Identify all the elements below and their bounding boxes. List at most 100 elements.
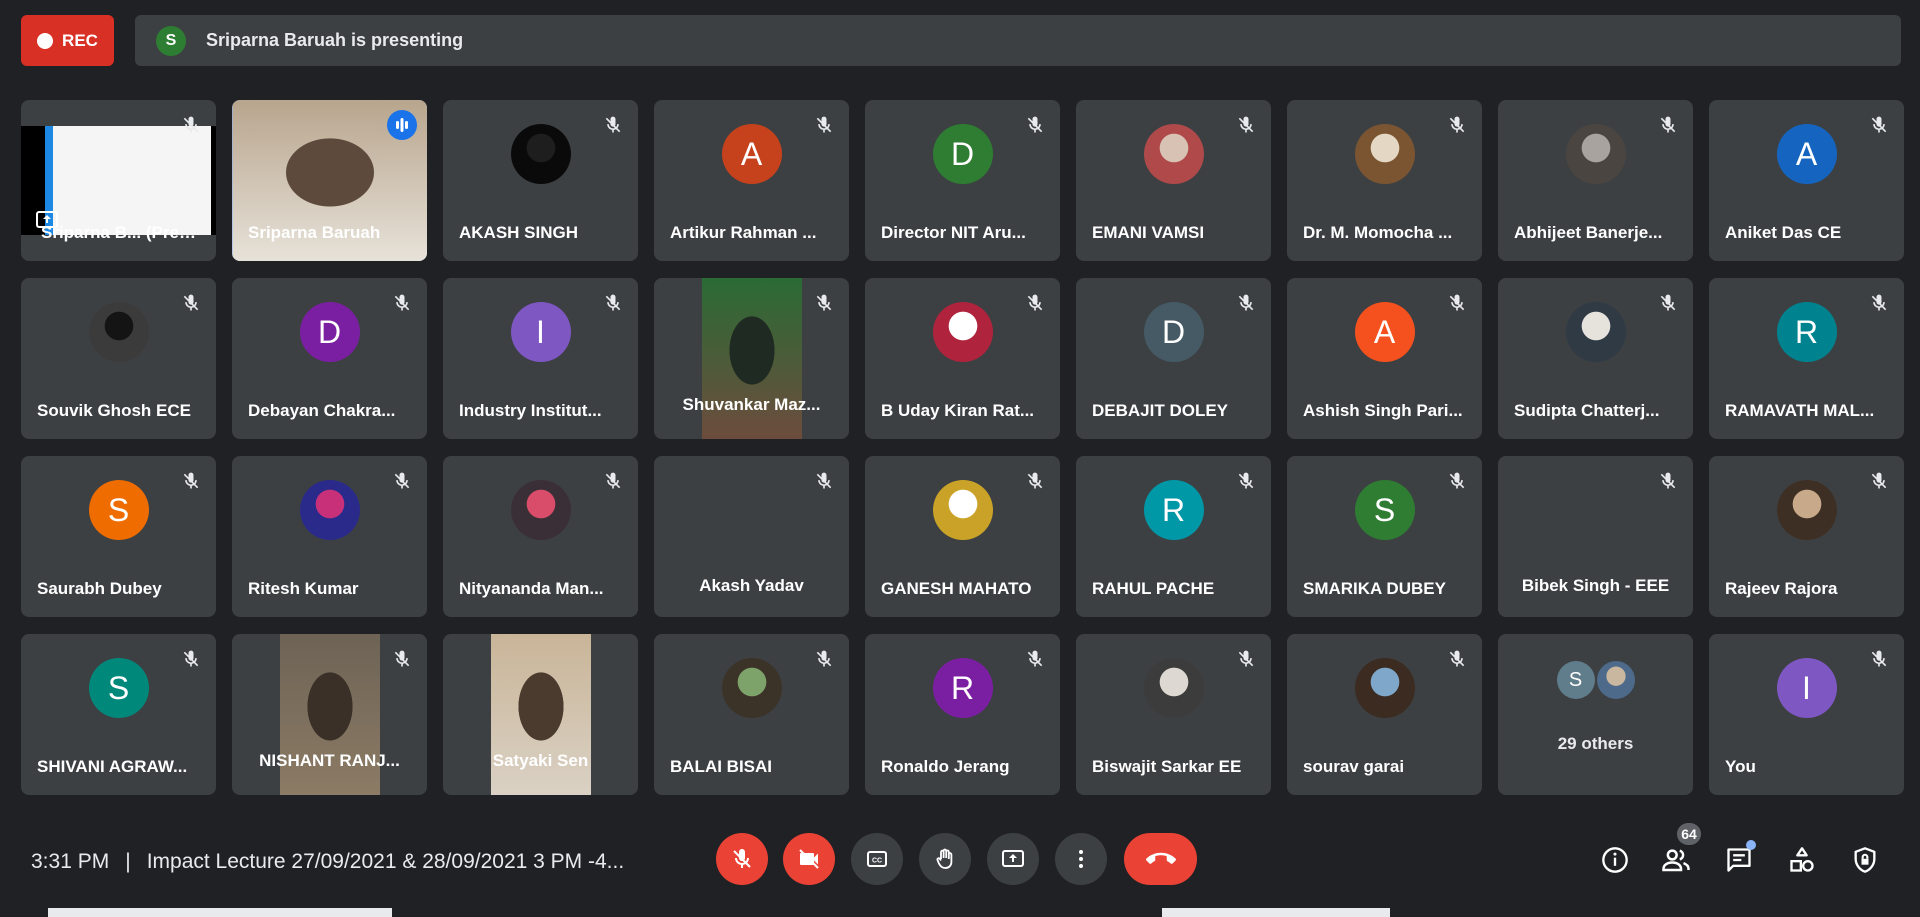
participant-tile[interactable]: Abhijeet Banerje... bbox=[1498, 100, 1693, 261]
participant-photo bbox=[1354, 124, 1415, 184]
info-icon bbox=[1602, 847, 1628, 873]
participant-name: Aniket Das CE bbox=[1725, 223, 1842, 242]
mic-off-icon bbox=[176, 288, 206, 318]
mic-off-icon bbox=[809, 644, 839, 674]
participant-tile[interactable]: D Director NIT Aru... bbox=[865, 100, 1060, 261]
participant-name: Bibek Singh - EEE bbox=[1521, 576, 1670, 595]
participant-tile[interactable]: A Aniket Das CE bbox=[1709, 100, 1904, 261]
mic-off-icon bbox=[176, 110, 206, 140]
mic-toggle-button[interactable] bbox=[716, 833, 768, 885]
call-end-icon bbox=[1145, 852, 1176, 864]
participant-tile[interactable]: R RAHUL PACHE bbox=[1076, 456, 1271, 617]
participant-tile[interactable]: Akash Yadav bbox=[654, 456, 849, 617]
participant-tile[interactable]: Rajeev Rajora bbox=[1709, 456, 1904, 617]
more-options-button[interactable] bbox=[1055, 833, 1107, 885]
participant-name: Rajeev Rajora bbox=[1725, 579, 1838, 598]
participant-name: Industry Institut... bbox=[459, 401, 602, 420]
mic-off-icon bbox=[1864, 644, 1894, 674]
participant-tile[interactable]: D DEBAJIT DOLEY bbox=[1076, 278, 1271, 439]
record-dot-icon bbox=[37, 32, 54, 49]
others-avatar bbox=[1596, 661, 1635, 699]
participant-tile[interactable]: Biswajit Sarkar EE bbox=[1076, 634, 1271, 795]
participant-name: Sudipta Chatterj... bbox=[1514, 401, 1660, 420]
participant-name: Dr. M. Momocha ... bbox=[1303, 223, 1453, 242]
people-button[interactable] bbox=[1658, 842, 1694, 878]
participant-name: Sriparna Baruah bbox=[248, 223, 381, 242]
mic-off-icon bbox=[809, 288, 839, 318]
participant-tile[interactable]: S Saurabh Dubey bbox=[21, 456, 216, 617]
mic-off-icon bbox=[1231, 466, 1261, 496]
participant-tile[interactable]: GANESH MAHATO bbox=[865, 456, 1060, 617]
participant-avatar: D bbox=[299, 302, 360, 362]
participant-name: Saurabh Dubey bbox=[37, 579, 162, 598]
participant-tile[interactable]: Ritesh Kumar bbox=[232, 456, 427, 617]
participant-tile[interactable]: R RAMAVATH MAL... bbox=[1709, 278, 1904, 439]
participant-avatar: A bbox=[1354, 302, 1415, 362]
leave-call-button[interactable] bbox=[1124, 833, 1197, 885]
participant-tile[interactable]: A Artikur Rahman ... bbox=[654, 100, 849, 261]
participant-tile[interactable]: BALAI BISAI bbox=[654, 634, 849, 795]
participant-tile[interactable]: AKASH SINGH bbox=[443, 100, 638, 261]
participant-tile[interactable]: Satyaki Sen bbox=[443, 634, 638, 795]
host-controls-button[interactable] bbox=[1847, 842, 1883, 878]
participant-tile[interactable]: Dr. M. Momocha ... bbox=[1287, 100, 1482, 261]
participant-tile[interactable]: NISHANT RANJ... bbox=[232, 634, 427, 795]
participant-avatar: A bbox=[1776, 124, 1837, 184]
participant-tile[interactable]: Bibek Singh - EEE bbox=[1498, 456, 1693, 617]
chat-icon bbox=[1727, 848, 1751, 872]
meeting-details-button[interactable] bbox=[1597, 842, 1633, 878]
participant-tile[interactable]: A Ashish Singh Pari... bbox=[1287, 278, 1482, 439]
participant-name: Ashish Singh Pari... bbox=[1303, 401, 1463, 420]
participant-photo bbox=[1776, 480, 1837, 540]
participant-tile[interactable]: S SHIVANI AGRAW... bbox=[21, 634, 216, 795]
participant-tile[interactable]: Souvik Ghosh ECE bbox=[21, 278, 216, 439]
recording-indicator[interactable]: REC bbox=[21, 15, 114, 66]
participant-tile[interactable]: Sriparna Baruah bbox=[232, 100, 427, 261]
participant-name: BALAI BISAI bbox=[670, 757, 772, 776]
mic-off-icon bbox=[1864, 110, 1894, 140]
participant-name: Souvik Ghosh ECE bbox=[37, 401, 191, 420]
participant-tile[interactable]: Nityananda Man... bbox=[443, 456, 638, 617]
mic-off-icon bbox=[1653, 110, 1683, 140]
participant-tile[interactable]: Sriparna B... (Presentati... bbox=[21, 100, 216, 261]
camera-toggle-button[interactable] bbox=[783, 833, 835, 885]
mic-off-icon bbox=[1864, 288, 1894, 318]
videocam-off-icon bbox=[799, 849, 819, 869]
mic-off-icon bbox=[733, 849, 751, 868]
participant-tile[interactable]: Sudipta Chatterj... bbox=[1498, 278, 1693, 439]
participant-tile[interactable]: Shuvankar Maz... bbox=[654, 278, 849, 439]
participant-tile[interactable]: S 29 others bbox=[1498, 634, 1693, 795]
participant-tile[interactable]: S SMARIKA DUBEY bbox=[1287, 456, 1482, 617]
participant-avatar: D bbox=[1143, 302, 1204, 362]
participant-count-badge: 64 bbox=[1677, 823, 1701, 845]
participant-avatar: S bbox=[88, 658, 149, 718]
participant-tile[interactable]: I Industry Institut... bbox=[443, 278, 638, 439]
participant-name: Biswajit Sarkar EE bbox=[1092, 757, 1242, 776]
participant-photo bbox=[299, 480, 360, 540]
meeting-details: 3:31 PM | Impact Lecture 27/09/2021 & 28… bbox=[31, 850, 624, 874]
participant-tile[interactable]: sourav garai bbox=[1287, 634, 1482, 795]
participant-tile[interactable]: R Ronaldo Jerang bbox=[865, 634, 1060, 795]
host-controls-icon bbox=[1854, 847, 1876, 873]
participant-photo bbox=[510, 480, 571, 540]
svg-text:CC: CC bbox=[872, 858, 882, 865]
participant-tile[interactable]: EMANI VAMSI bbox=[1076, 100, 1271, 261]
mic-off-icon bbox=[598, 110, 628, 140]
activities-button[interactable] bbox=[1784, 842, 1820, 878]
participant-name: sourav garai bbox=[1303, 757, 1405, 776]
people-icon bbox=[1662, 849, 1690, 872]
participant-tile[interactable]: D Debayan Chakra... bbox=[232, 278, 427, 439]
participant-name: 29 others bbox=[1557, 734, 1634, 753]
participant-name: SHIVANI AGRAW... bbox=[37, 757, 188, 776]
captions-button[interactable]: CC bbox=[851, 833, 903, 885]
participant-tile[interactable]: I You bbox=[1709, 634, 1904, 795]
raise-hand-button[interactable] bbox=[919, 833, 971, 885]
clock: 3:31 PM bbox=[31, 850, 110, 873]
taskbar-edge bbox=[48, 908, 392, 917]
participant-name: Debayan Chakra... bbox=[248, 401, 396, 420]
participant-avatar: D bbox=[932, 124, 993, 184]
participant-name: Ritesh Kumar bbox=[248, 579, 359, 598]
present-now-button[interactable] bbox=[987, 833, 1039, 885]
participant-tile[interactable]: B Uday Kiran Rat... bbox=[865, 278, 1060, 439]
participant-avatar: I bbox=[1776, 658, 1837, 718]
